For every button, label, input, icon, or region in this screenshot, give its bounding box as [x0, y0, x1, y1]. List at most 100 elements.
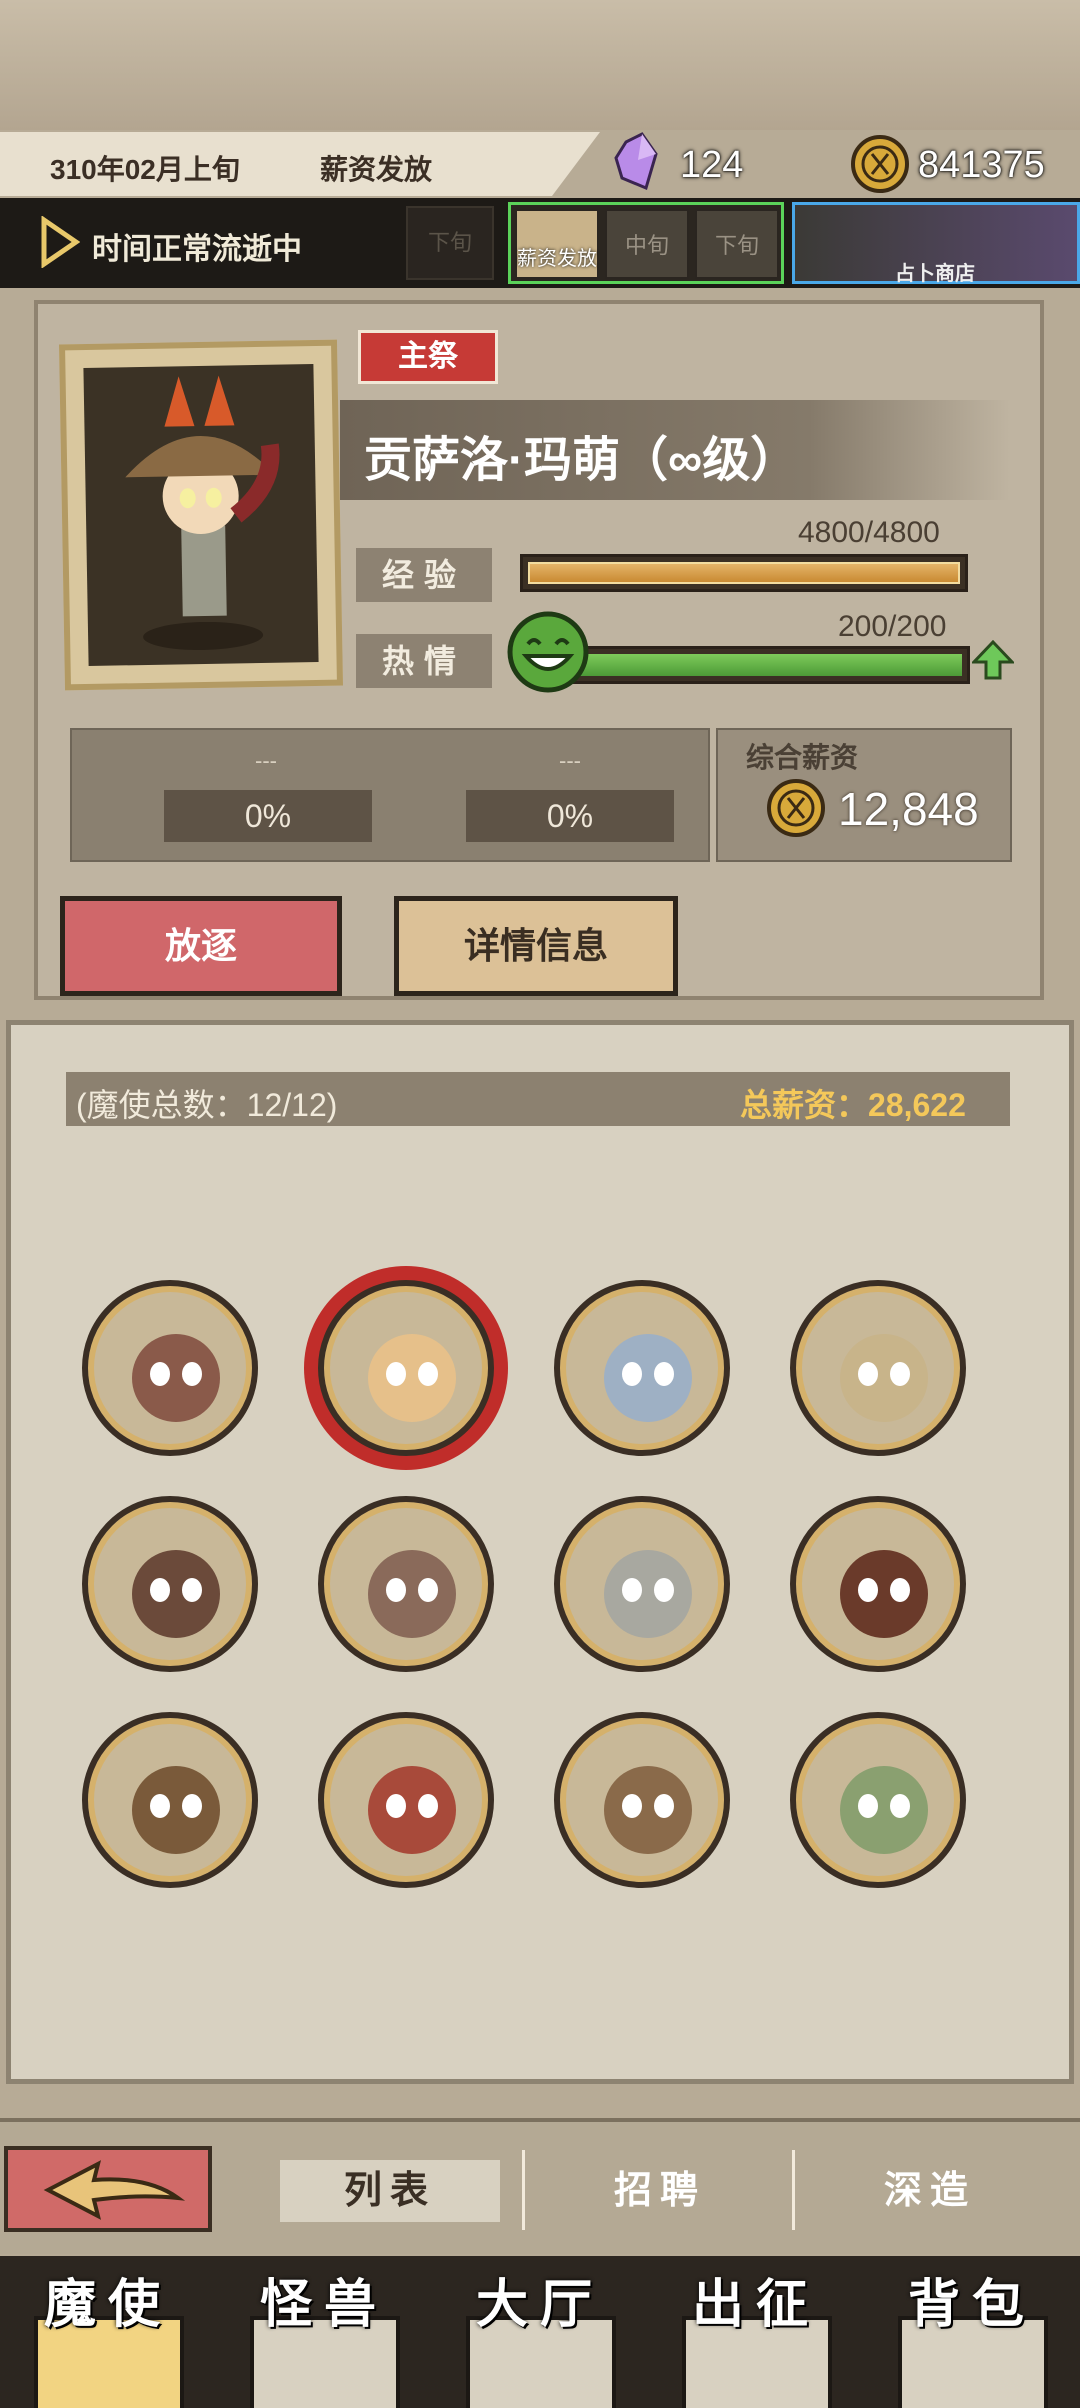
crystal-icon	[614, 132, 658, 191]
nav-backpack[interactable]: 背包	[864, 2262, 1080, 2408]
eye	[654, 1578, 674, 1602]
shop-label: 占卜商店	[895, 263, 975, 285]
eye	[150, 1578, 170, 1602]
envoy-avatar[interactable]	[790, 1496, 966, 1672]
top-decoration	[0, 0, 1080, 130]
envoy-avatar[interactable]	[82, 1712, 258, 1888]
increase-arrow-icon	[972, 640, 1014, 680]
envoy-avatar[interactable]	[82, 1496, 258, 1672]
eye	[418, 1578, 438, 1602]
character-face-icon	[604, 1334, 692, 1422]
envoy-avatar[interactable]	[790, 1280, 966, 1456]
slot2-name: ---	[559, 748, 581, 773]
passion-bar-fill	[568, 654, 962, 676]
period-late-disabled: 下旬	[406, 206, 494, 280]
eye	[654, 1362, 674, 1386]
tab-list[interactable]: 列表	[280, 2160, 500, 2222]
exp-bar-fill	[528, 562, 960, 584]
envoy-avatar[interactable]	[790, 1712, 966, 1888]
gold-count: 841375	[918, 144, 1045, 186]
slot1-percent: 0%	[164, 790, 372, 842]
eye	[654, 1794, 674, 1818]
play-icon[interactable]	[40, 216, 80, 268]
fortune-shop-button[interactable]: 占卜商店	[792, 202, 1080, 285]
combined-salary-title: 综合薪资	[746, 742, 859, 773]
eye	[890, 1794, 910, 1818]
character-face-icon	[840, 1550, 928, 1638]
passion-value: 200/200	[838, 610, 947, 643]
passion-bar	[560, 646, 970, 684]
character-face-icon	[132, 1550, 220, 1638]
witch-character-icon	[125, 375, 280, 651]
eye	[622, 1362, 642, 1386]
nav-hall[interactable]: 大厅	[432, 2262, 648, 2408]
envoy-avatar[interactable]	[318, 1280, 494, 1456]
envoy-avatar[interactable]	[318, 1712, 494, 1888]
character-face-icon	[132, 1334, 220, 1422]
period-mid[interactable]: 中旬	[605, 209, 689, 279]
nav-monster[interactable]: 怪兽	[216, 2262, 432, 2408]
period-late[interactable]: 下旬	[695, 209, 779, 279]
exp-label: 经验	[356, 548, 492, 602]
gold-coin-icon	[851, 135, 909, 193]
envoy-avatar[interactable]	[82, 1280, 258, 1456]
total-salary: 总薪资：28,622	[740, 1087, 966, 1123]
tab-divider	[522, 2150, 525, 2230]
eye	[150, 1794, 170, 1818]
details-button[interactable]: 详情信息	[394, 896, 678, 996]
eye	[386, 1362, 406, 1386]
crystal-count: 124	[680, 144, 744, 186]
character-portrait	[59, 339, 343, 691]
exp-bar	[520, 554, 968, 592]
nav-envoy[interactable]: 魔使	[0, 2262, 216, 2408]
character-face-icon	[132, 1766, 220, 1854]
character-name: 贡萨洛·玛萌（∞级）	[364, 434, 799, 487]
slot1-name: ---	[255, 748, 277, 773]
portrait-image	[83, 364, 319, 666]
passion-label: 热情	[356, 634, 492, 688]
character-face-icon	[840, 1334, 928, 1422]
time-status: 时间正常流逝中	[92, 233, 302, 266]
roster-count: (魔使总数：12/12)	[76, 1087, 338, 1123]
envoy-avatar[interactable]	[554, 1712, 730, 1888]
eye	[890, 1578, 910, 1602]
main-priest-badge: 主祭	[358, 330, 498, 384]
eye	[182, 1578, 202, 1602]
back-button[interactable]	[4, 2146, 212, 2232]
eye	[386, 1794, 406, 1818]
nav-label: 怪兽	[259, 2276, 388, 2334]
period-salary-active[interactable]: 薪资发放	[515, 209, 599, 279]
tab-recruit[interactable]: 招聘	[550, 2160, 770, 2222]
eye	[858, 1362, 878, 1386]
character-face-icon	[604, 1550, 692, 1638]
eye	[386, 1578, 406, 1602]
eye	[182, 1362, 202, 1386]
character-face-icon	[368, 1766, 456, 1854]
eye	[858, 1578, 878, 1602]
eye	[182, 1794, 202, 1818]
eye	[150, 1362, 170, 1386]
exp-value: 4800/4800	[798, 516, 940, 549]
happy-face-icon	[507, 611, 589, 693]
envoy-avatar[interactable]	[318, 1496, 494, 1672]
envoy-avatar[interactable]	[554, 1496, 730, 1672]
nav-label: 大厅	[475, 2276, 604, 2334]
character-face-icon	[368, 1550, 456, 1638]
nav-expedition[interactable]: 出征	[648, 2262, 864, 2408]
nav-label: 出征	[691, 2276, 820, 2334]
nav-label: 背包	[907, 2276, 1036, 2334]
eye	[858, 1794, 878, 1818]
current-event: 薪资发放	[320, 154, 433, 185]
tab-divider	[792, 2150, 795, 2230]
exile-button[interactable]: 放逐	[60, 896, 342, 996]
tab-training[interactable]: 深造	[820, 2160, 1040, 2222]
back-arrow-icon	[43, 2160, 186, 2220]
nav-label: 魔使	[43, 2276, 172, 2334]
eye	[622, 1578, 642, 1602]
gold-coin-icon	[767, 779, 825, 837]
character-face-icon	[368, 1334, 456, 1422]
envoy-avatar[interactable]	[554, 1280, 730, 1456]
combined-salary-value: 12,848	[838, 783, 979, 835]
period-selector: 薪资发放 中旬 下旬	[508, 202, 784, 284]
eye	[418, 1794, 438, 1818]
